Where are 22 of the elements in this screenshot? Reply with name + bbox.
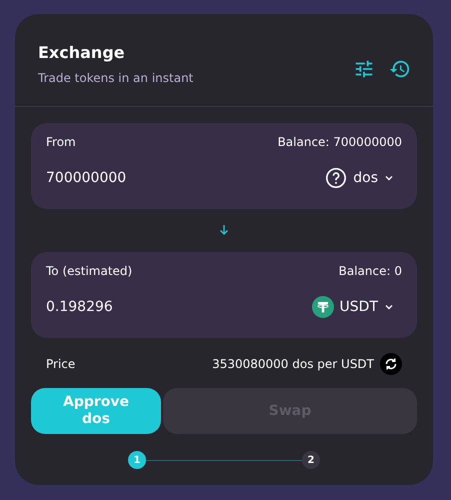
step-indicator: 1 bbox=[128, 451, 146, 469]
card-subtitle: Trade tokens in an instant bbox=[38, 71, 194, 85]
token-selector[interactable]: USDT bbox=[312, 296, 402, 318]
caret-icon[interactable] bbox=[384, 302, 394, 312]
amount-field[interactable]: 700000000 bbox=[46, 170, 126, 186]
price-label: Price bbox=[46, 357, 76, 371]
arrow-down-icon[interactable] bbox=[218, 224, 230, 236]
token-selector[interactable]: dos bbox=[325, 167, 402, 189]
balance-text: Balance: 700000000 bbox=[278, 135, 402, 149]
history-icon[interactable] bbox=[389, 58, 411, 80]
token-icon bbox=[312, 296, 334, 318]
card-title: Exchange bbox=[38, 43, 126, 62]
settings-icon[interactable] bbox=[353, 58, 375, 80]
refresh-icon[interactable] bbox=[380, 353, 402, 375]
balance-text: Balance: 0 bbox=[338, 264, 402, 278]
price-value: 3530080000 dos per USDT bbox=[212, 357, 374, 371]
help-icon bbox=[325, 167, 348, 189]
panel-label: From bbox=[46, 135, 76, 149]
caret-icon[interactable] bbox=[384, 173, 394, 183]
step-indicator: 2 bbox=[302, 451, 320, 469]
amount-field[interactable]: 0.198296 bbox=[46, 299, 113, 315]
panel-label: To (estimated) bbox=[46, 264, 132, 278]
